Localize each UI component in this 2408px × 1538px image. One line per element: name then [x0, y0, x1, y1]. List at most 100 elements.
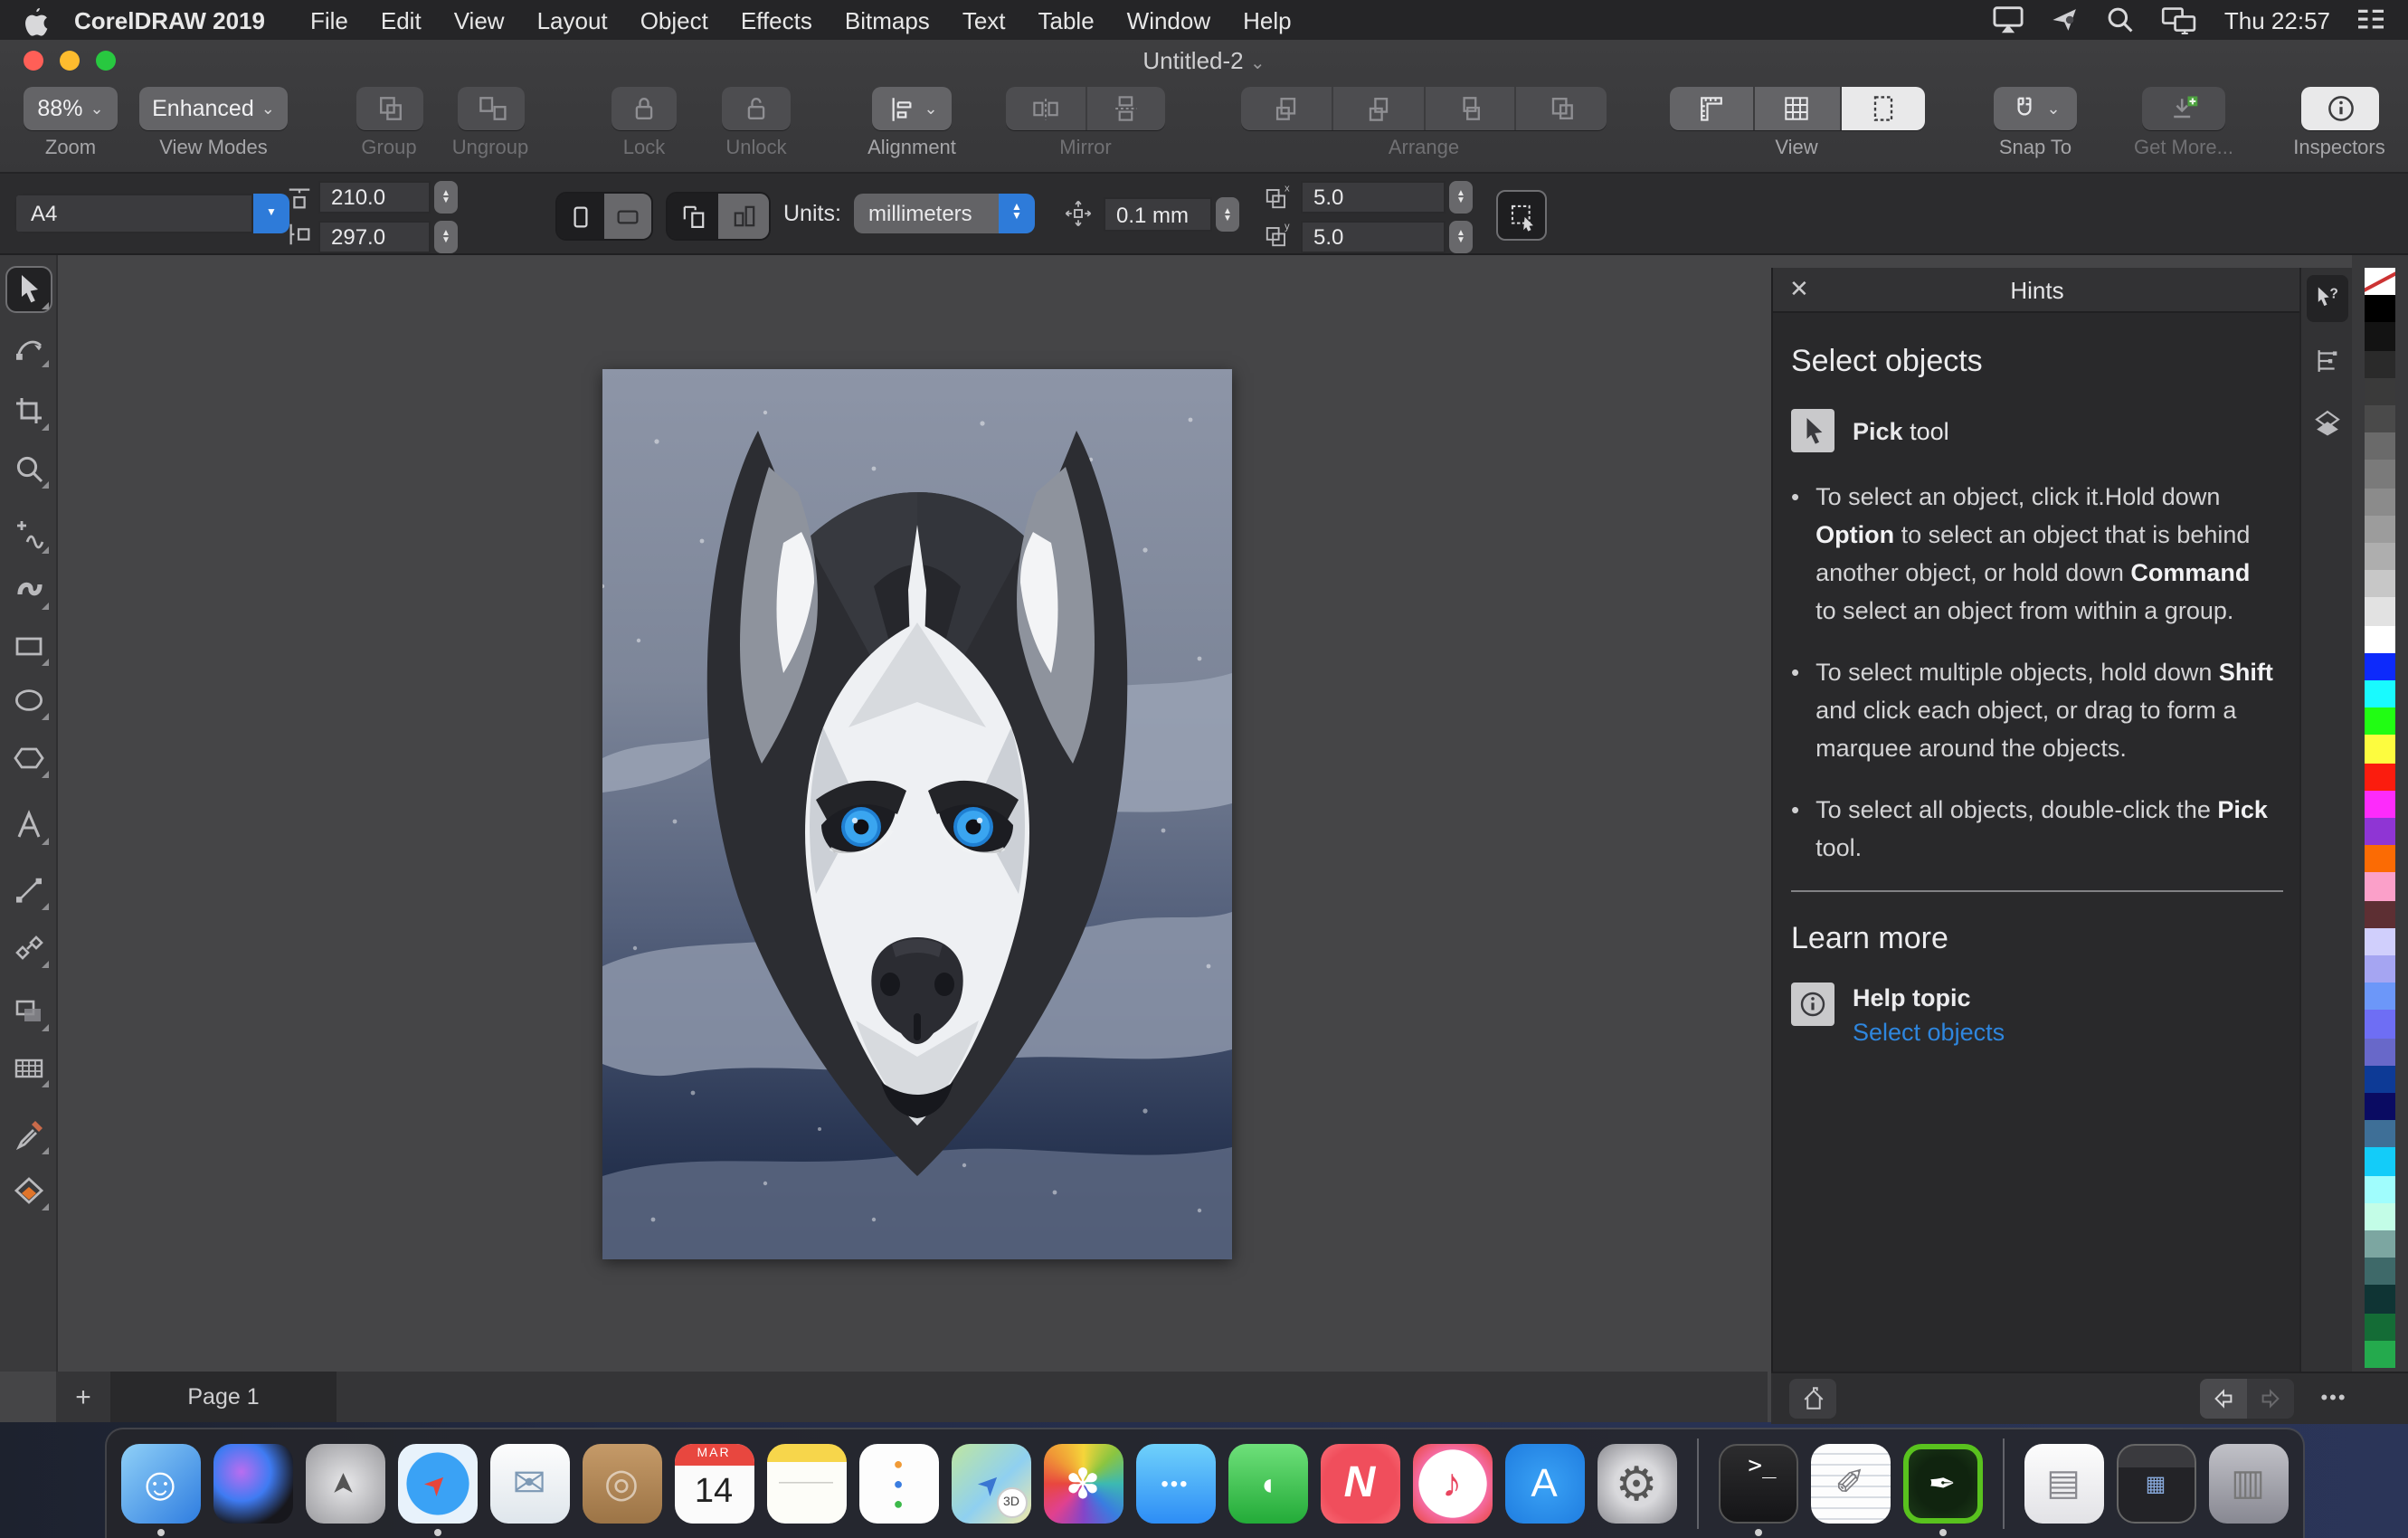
toolbox-pick-tool[interactable] [7, 268, 51, 311]
units-dropdown[interactable]: millimeters ▲▼ [854, 194, 1035, 233]
palette-swatch-6e6ef4[interactable] [2365, 1011, 2395, 1038]
toolbox-artistic-media-tool[interactable] [7, 568, 51, 612]
toolbox-eyedropper-tool[interactable] [7, 1113, 51, 1156]
toolbox-polygon-tool[interactable] [7, 736, 51, 780]
landscape-button[interactable] [604, 194, 651, 239]
dock-icon-photos[interactable]: ✽ [1043, 1444, 1123, 1524]
duplicate-y-stepper[interactable]: ▲▼ [1449, 221, 1473, 253]
menu-item-layout[interactable]: Layout [521, 6, 624, 33]
dock-icon-reminders[interactable]: ●●● [858, 1444, 938, 1524]
group-button[interactable] [356, 87, 423, 130]
palette-swatch-0a0b62[interactable] [2365, 1093, 2395, 1120]
toolbox-zoom-tool[interactable] [7, 447, 51, 490]
palette-swatch-6868c9[interactable] [2365, 1038, 2395, 1065]
dock-icon-contacts[interactable]: ◎ [582, 1444, 661, 1524]
palette-swatch-a5a5f2[interactable] [2365, 955, 2395, 983]
mirror-vertical-button[interactable] [1086, 87, 1165, 130]
hints-home-button[interactable] [1789, 1379, 1836, 1419]
page-tab[interactable]: Page 1 [110, 1372, 337, 1422]
add-page-button[interactable]: + [56, 1381, 110, 1412]
duplicate-y-field[interactable]: 5.0 [1301, 221, 1446, 253]
drawing-canvas[interactable] [56, 253, 1768, 1372]
palette-swatch-2a2a2a[interactable] [2365, 350, 2395, 377]
get-more-button[interactable] [2142, 87, 2225, 130]
toolbox-dimension-tool[interactable] [7, 869, 51, 912]
menu-item-object[interactable]: Object [624, 6, 725, 33]
dock-icon-mail[interactable]: ✉ [489, 1444, 569, 1524]
palette-swatch-9c9c9c[interactable] [2365, 516, 2395, 543]
menu-clock[interactable]: Thu 22:57 [2224, 6, 2330, 33]
view-rulers-button[interactable] [1670, 87, 1756, 130]
hints-tab[interactable]: ? [2307, 275, 2348, 322]
dock-icon-diskimage[interactable]: ▤ [2024, 1444, 2103, 1524]
dock-icon-calendar[interactable]: MAR14 [674, 1444, 754, 1524]
palette-no-fill-swatch[interactable] [2365, 268, 2395, 295]
duplicate-x-stepper[interactable]: ▲▼ [1449, 181, 1473, 214]
menu-item-file[interactable]: File [294, 6, 365, 33]
page-height-field[interactable]: 297.0 [318, 221, 431, 253]
palette-swatch-13ccf9[interactable] [2365, 1148, 2395, 1175]
document-page[interactable] [602, 369, 1232, 1259]
palette-swatch-a0fdfd[interactable] [2365, 1175, 2395, 1202]
dock-icon-facetime[interactable]: ◖ [1228, 1444, 1307, 1524]
palette-swatch-fb1c0e[interactable] [2365, 763, 2395, 790]
toolbox-crop-tool[interactable] [7, 389, 51, 432]
palette-swatch-c3fde7[interactable] [2365, 1203, 2395, 1230]
palette-swatch-8f35d4[interactable] [2365, 818, 2395, 845]
toolbox-rectangle-tool[interactable] [7, 624, 51, 668]
display-mirroring-icon[interactable] [2161, 5, 2199, 34]
arrange-to-back-button[interactable] [1517, 87, 1607, 130]
current-page-button[interactable] [668, 194, 718, 239]
treat-as-filled-button[interactable] [1496, 190, 1547, 241]
duplicate-x-field[interactable]: 5.0 [1301, 181, 1446, 214]
toolbox-freehand-tool[interactable] [7, 512, 51, 555]
dock-icon-launchpad[interactable]: ➤ [305, 1444, 384, 1524]
palette-swatch-e2e2e2[interactable] [2365, 598, 2395, 625]
toolbox-ellipse-tool[interactable] [7, 679, 51, 722]
menu-item-text[interactable]: Text [946, 6, 1022, 33]
palette-swatch-24aa4d[interactable] [2365, 1341, 2395, 1368]
spotlight-search-icon[interactable] [2107, 5, 2136, 34]
palette-swatch-6a6a6a[interactable] [2365, 432, 2395, 460]
menu-app-name[interactable]: CorelDRAW 2019 [74, 6, 265, 33]
portrait-button[interactable] [557, 194, 604, 239]
more-options-button[interactable]: ••• [2312, 1379, 2356, 1419]
page-width-field[interactable]: 210.0 [318, 181, 431, 214]
palette-swatch-fd2bfb[interactable] [2365, 791, 2395, 818]
palette-swatch-6c97f9[interactable] [2365, 983, 2395, 1010]
layers-tab[interactable] [2307, 398, 2348, 445]
dock-icon-itunes[interactable]: ♪ [1412, 1444, 1492, 1524]
palette-swatch-7a7a7a[interactable] [2365, 460, 2395, 488]
zoom-level-dropdown[interactable]: 88%⌄ [24, 87, 118, 130]
dock-icon-safari[interactable]: ➤ [397, 1444, 477, 1524]
page-size-dropdown[interactable]: A4 ▼ [14, 194, 289, 233]
toolbox-transparency-tool[interactable] [7, 1046, 51, 1089]
palette-swatch-fba0c9[interactable] [2365, 873, 2395, 900]
menu-item-table[interactable]: Table [1022, 6, 1111, 33]
menu-item-help[interactable]: Help [1227, 6, 1308, 33]
nudge-distance-field[interactable]: 0.1 mm [1104, 197, 1212, 232]
alignment-button[interactable]: ⌄ [872, 87, 952, 130]
dock-icon-screenshot[interactable]: ▦ [2116, 1444, 2195, 1524]
palette-swatch-d0cffc[interactable] [2365, 928, 2395, 955]
menu-item-edit[interactable]: Edit [365, 6, 438, 33]
palette-swatch-146c36[interactable] [2365, 1313, 2395, 1340]
ungroup-button[interactable] [458, 87, 525, 130]
lock-button[interactable] [611, 87, 677, 130]
dock-icon-coreldraw[interactable]: ✒ [1902, 1444, 1982, 1524]
toolbox-drop-shadow-tool[interactable] [7, 990, 51, 1033]
menu-item-view[interactable]: View [438, 6, 521, 33]
palette-swatch-131313[interactable] [2365, 323, 2395, 350]
all-pages-button[interactable] [718, 194, 769, 239]
view-modes-dropdown[interactable]: Enhanced⌄ [139, 87, 288, 130]
dock-icon-appstore[interactable]: A [1504, 1444, 1584, 1524]
menu-item-effects[interactable]: Effects [725, 6, 829, 33]
snap-to-dropdown[interactable]: ⌄ [1994, 87, 2077, 130]
palette-swatch-3a3a3a[interactable] [2365, 378, 2395, 405]
inspectors-button[interactable] [2301, 87, 2379, 130]
palette-swatch-0f3434[interactable] [2365, 1286, 2395, 1313]
dock-icon-news[interactable]: N [1320, 1444, 1399, 1524]
palette-swatch-fdfc3f[interactable] [2365, 736, 2395, 763]
unlock-button[interactable] [722, 87, 791, 130]
dock-icon-notes[interactable]: ——— [766, 1444, 846, 1524]
